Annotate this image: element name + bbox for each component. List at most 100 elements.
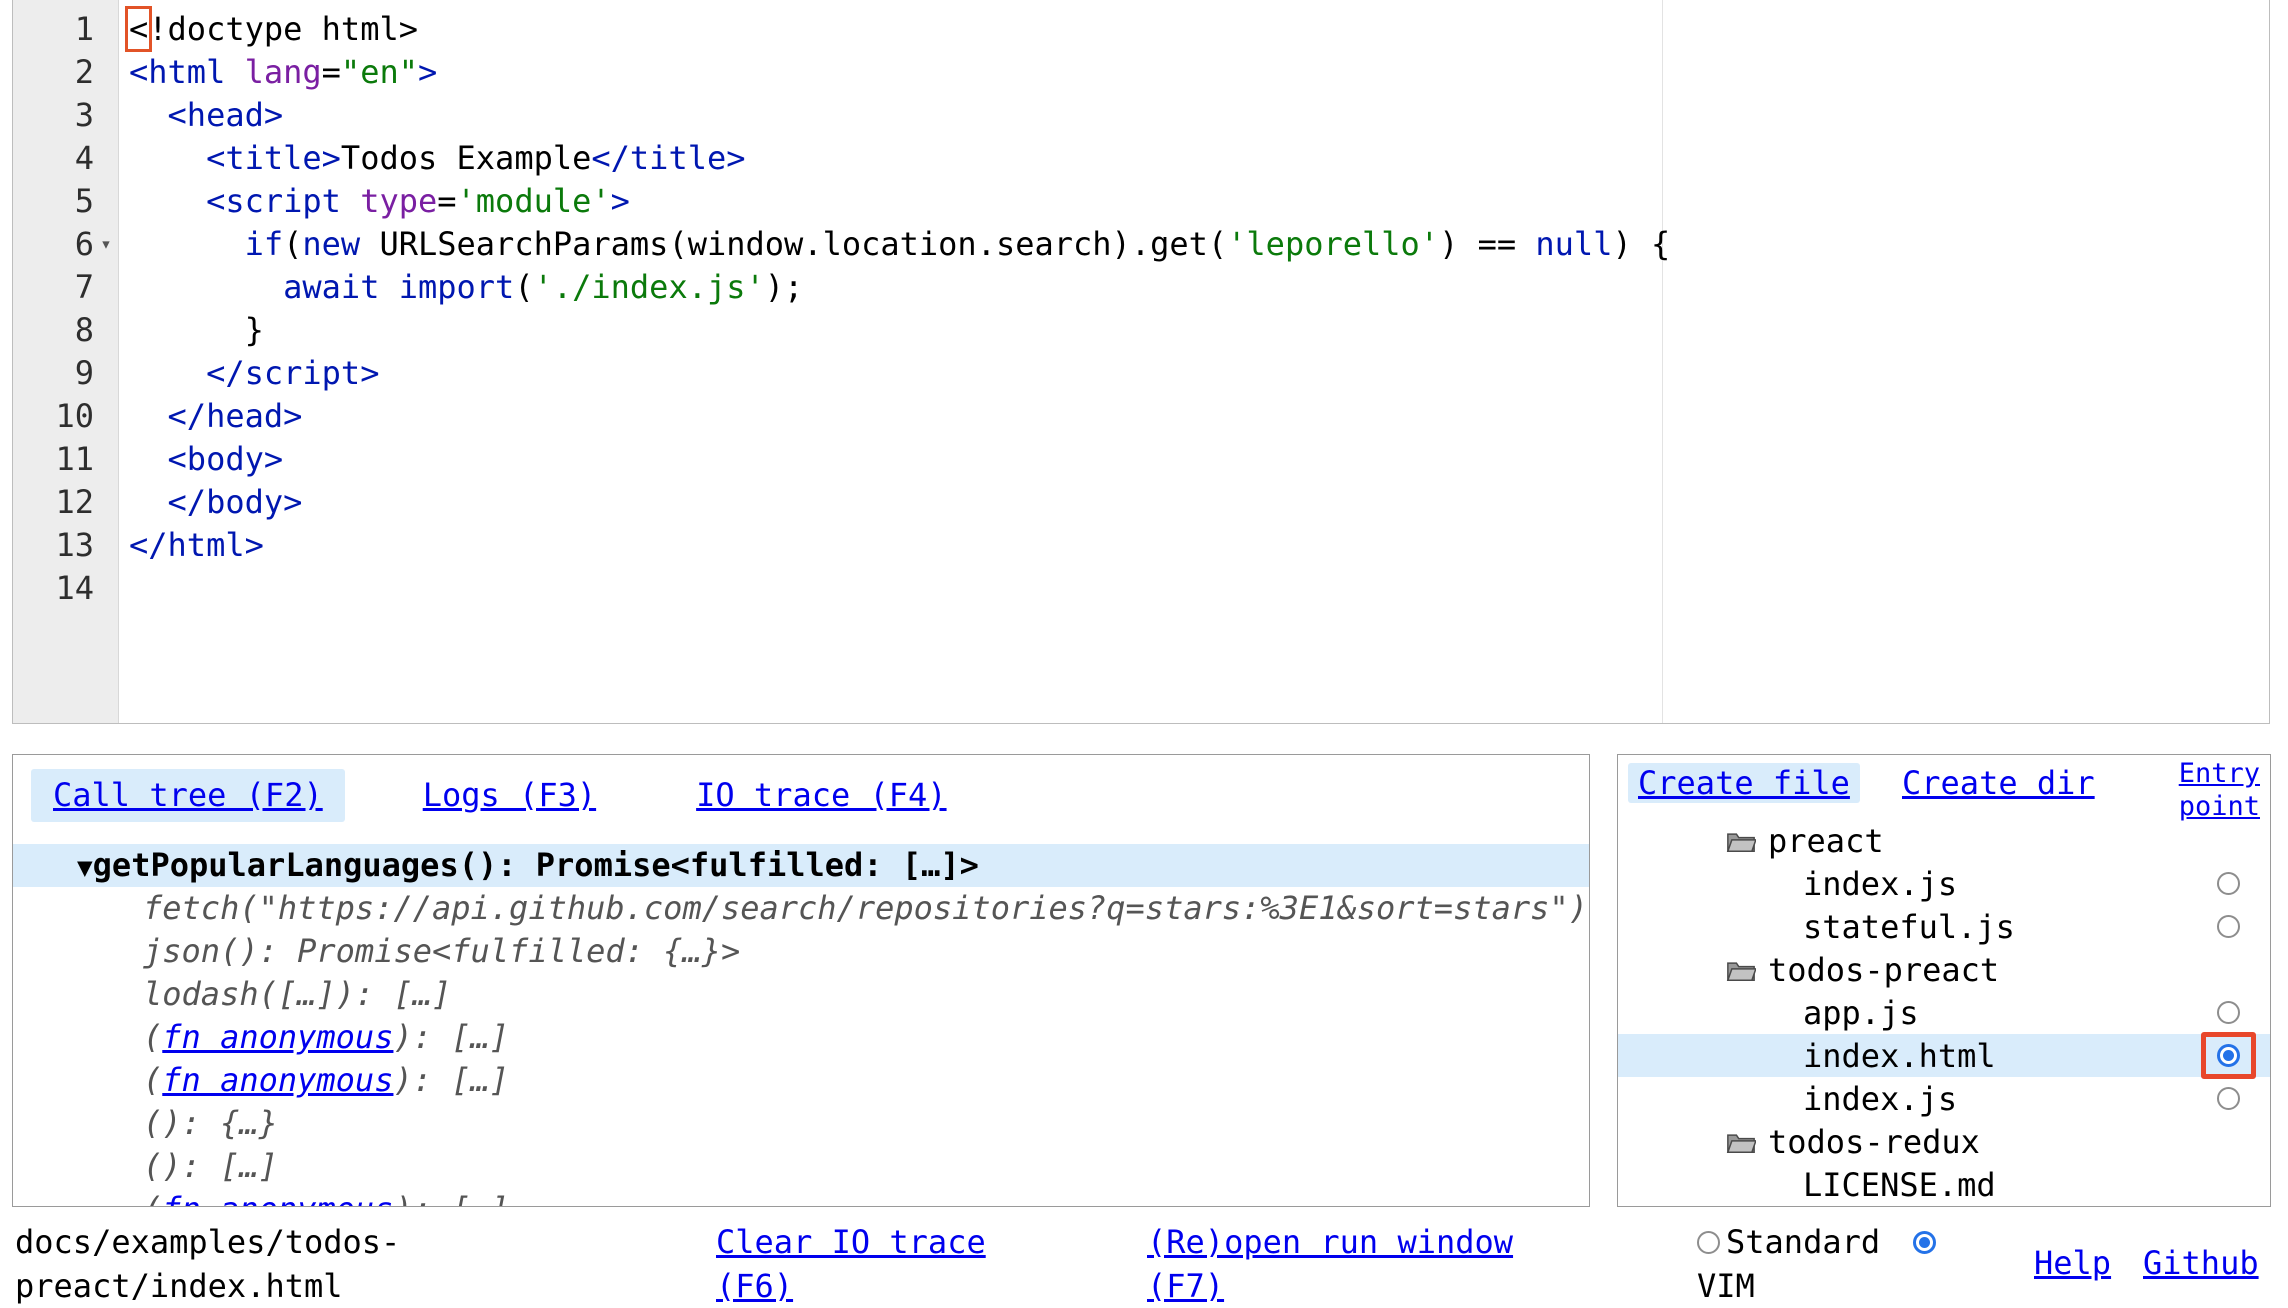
keyboard-vim-radio[interactable] [1913, 1231, 1936, 1254]
keyboard-standard-radio[interactable] [1697, 1231, 1720, 1254]
code-line[interactable]: </head> [129, 395, 2269, 438]
file-name: index.js [1803, 1080, 1957, 1118]
code-line[interactable]: <body> [129, 438, 2269, 481]
status-bar: docs/examples/todos-preact/index.html Cl… [0, 1213, 2288, 1302]
entry-point-column-header: Entrypoint [2179, 757, 2260, 823]
code-line[interactable]: <!doctype html> [129, 8, 2269, 51]
entry-point-radio[interactable] [2217, 1087, 2240, 1110]
github-link[interactable]: Github [2143, 1241, 2259, 1285]
file-tree: preact index.js stateful.js todos-preact app… [1618, 819, 2270, 1206]
code-editor[interactable]: 123456▾7891011121314 <!doctype html><htm… [12, 0, 2270, 724]
code-line[interactable]: </html> [129, 524, 2269, 567]
help-link[interactable]: Help [2034, 1241, 2111, 1285]
calltree-row[interactable]: (fn anonymous): […] [13, 1188, 1589, 1207]
entry-radio-wrap [2217, 872, 2240, 895]
keyboard-mode-selector: Standard VIM [1697, 1220, 1942, 1308]
fn-anonymous-link[interactable]: fn anonymous [162, 1018, 393, 1056]
folder-icon [1726, 958, 1756, 982]
file-tree-file[interactable]: LICENSE.md [1618, 1163, 2270, 1206]
code-line[interactable] [129, 567, 2269, 610]
calltree-panel: Call tree (F2) Logs (F3) IO trace (F4) ▼ge… [12, 754, 1590, 1207]
entry-point-radio[interactable] [2217, 1001, 2240, 1024]
file-name: todos-redux [1768, 1123, 1980, 1161]
editor-code[interactable]: <!doctype html><html lang="en"> <head> <… [119, 0, 2269, 723]
code-line[interactable]: </script> [129, 352, 2269, 395]
file-tree-file[interactable]: index.html [1618, 1034, 2270, 1077]
code-line[interactable]: <head> [129, 94, 2269, 137]
fn-anonymous-link[interactable]: fn anonymous [162, 1061, 393, 1099]
line-number: 5 [13, 180, 94, 223]
folder-icon [1726, 829, 1756, 853]
line-number: 11 [13, 438, 94, 481]
calltree-row[interactable]: (fn anonymous): […] [13, 1016, 1589, 1059]
tab-call-tree-f2[interactable]: Call tree (F2) [31, 769, 345, 822]
calltree-row[interactable]: (): […] [13, 1145, 1589, 1188]
folder-icon [1726, 1130, 1756, 1154]
line-number: 9 [13, 352, 94, 395]
file-name: app.js [1803, 994, 1919, 1032]
file-name: index.js [1803, 865, 1957, 903]
create-dir-button[interactable]: Create dir [1902, 763, 2095, 803]
code-line[interactable]: await import('./index.js'); [129, 266, 2269, 309]
create-file-button[interactable]: Create file [1628, 763, 1860, 803]
keyboard-standard-label: Standard [1726, 1223, 1880, 1261]
clear-io-trace-button[interactable]: Clear IO trace(F6) [716, 1220, 986, 1308]
files-panel: Create file Create dir Entrypoint preact… [1617, 754, 2271, 1207]
line-number: 1 [13, 8, 94, 51]
file-name: preact [1768, 822, 1884, 860]
editor-gutter: 123456▾7891011121314 [13, 0, 119, 723]
file-tree-file[interactable]: index.js [1618, 862, 2270, 905]
expanded-arrow-icon[interactable]: ▼ [77, 853, 93, 883]
code-line[interactable]: <script type='module'> [129, 180, 2269, 223]
line-number: 13 [13, 524, 94, 567]
file-name: stateful.js [1803, 908, 2015, 946]
file-tree-dir[interactable]: preact [1618, 819, 2270, 862]
line-number: 10 [13, 395, 94, 438]
calltree-row[interactable]: ▼getPopularLanguages(): Promise<fulfille… [13, 844, 1589, 887]
current-file-path: docs/examples/todos-preact/index.html [15, 1220, 400, 1308]
entry-radio-wrap [2217, 915, 2240, 938]
calltree-row[interactable]: fetch("https://api.github.com/search/rep… [13, 887, 1589, 930]
line-number: 3 [13, 94, 94, 137]
files-header: Create file Create dir Entrypoint [1618, 755, 2270, 819]
tab-io-trace-f4[interactable]: IO trace (F4) [674, 769, 968, 822]
line-number: 12 [13, 481, 94, 524]
calltree-row[interactable]: (fn anonymous): […] [13, 1059, 1589, 1102]
file-name: index.html [1803, 1037, 1996, 1075]
entry-point-radio[interactable] [2217, 872, 2240, 895]
code-line[interactable]: <title>Todos Example</title> [129, 137, 2269, 180]
code-line[interactable]: } [129, 309, 2269, 352]
calltree-rows: ▼getPopularLanguages(): Promise<fulfille… [13, 844, 1589, 1207]
line-number: 7 [13, 266, 94, 309]
file-tree-file[interactable]: stateful.js [1618, 905, 2270, 948]
file-tree-file[interactable]: app.js [1618, 991, 2270, 1034]
line-number: 2 [13, 51, 94, 94]
line-number: 6 [13, 223, 94, 266]
entry-radio-wrap [2217, 1001, 2240, 1024]
error-highlight: < [129, 10, 148, 48]
entry-radio-wrap [2217, 1087, 2240, 1110]
calltree-row[interactable]: (): {…} [13, 1102, 1589, 1145]
entry-point-radio[interactable] [2217, 915, 2240, 938]
entry-point-radio[interactable] [2217, 1044, 2240, 1067]
calltree-tabs: Call tree (F2) Logs (F3) IO trace (F4) [13, 755, 1589, 822]
code-line[interactable]: if(new URLSearchParams(window.location.s… [129, 223, 2269, 266]
file-name: LICENSE.md [1803, 1166, 1996, 1204]
line-number: 4 [13, 137, 94, 180]
file-tree-dir[interactable]: todos-redux [1618, 1120, 2270, 1163]
tab-logs-f3[interactable]: Logs (F3) [401, 769, 618, 822]
code-line[interactable]: </body> [129, 481, 2269, 524]
file-tree-file[interactable]: index.js [1618, 1077, 2270, 1120]
file-name: todos-preact [1768, 951, 1999, 989]
calltree-row[interactable]: json(): Promise<fulfilled: {…}> [13, 930, 1589, 973]
fold-marker-icon[interactable]: ▾ [94, 223, 118, 266]
entry-point-selected-box [2201, 1032, 2256, 1079]
code-line[interactable]: <html lang="en"> [129, 51, 2269, 94]
line-number: 14 [13, 567, 94, 610]
fn-anonymous-link[interactable]: fn anonymous [162, 1190, 393, 1207]
file-tree-dir[interactable]: todos-preact [1618, 948, 2270, 991]
line-number: 8 [13, 309, 94, 352]
reopen-run-window-button[interactable]: (Re)open run window(F7) [1147, 1220, 1513, 1308]
keyboard-vim-label: VIM [1697, 1267, 1755, 1305]
calltree-row[interactable]: lodash([…]): […] [13, 973, 1589, 1016]
